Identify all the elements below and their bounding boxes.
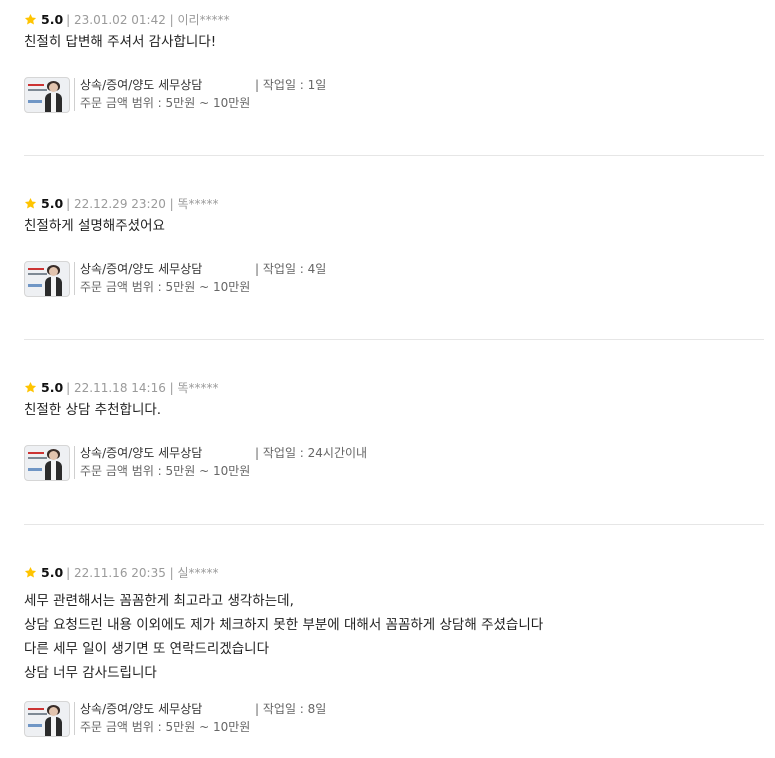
service-thumbnail[interactable] [24,445,70,481]
rating-score: 5.0 [41,379,64,395]
vertical-divider [74,78,75,111]
review-meta: 5.0 | 22.11.16 20:35 | 실***** [24,563,219,581]
service-thumbnail[interactable] [24,701,70,737]
price-range: 주문 금액 범위 : 5만원 ~ 10만원 [80,464,251,478]
service-title[interactable]: 상속/증여/양도 세무상담 [80,77,202,93]
review-text-line: 상담 요청드린 내용 이외에도 제가 체크하지 못한 부분에 대해서 꼼꼼하게 … [24,617,544,633]
service-thumbnail[interactable] [24,261,70,297]
star-icon [24,566,37,579]
review-text-line: 세무 관련해서는 꼼꼼한게 최고라고 생각하는데, [24,593,294,609]
rating-score: 5.0 [41,564,64,580]
service-thumbnail[interactable] [24,77,70,113]
price-range: 주문 금액 범위 : 5만원 ~ 10만원 [80,96,251,110]
service-info[interactable]: 상속/증여/양도 세무상담 주문 금액 범위 : 5만원 ~ 10만원 | 작업… [24,77,724,113]
review-divider [24,339,764,340]
review-body: 친절하게 설명해주셨어요 [24,214,764,238]
star-icon [24,381,37,394]
review-meta: 5.0 | 22.11.18 14:16 | 똑***** [24,378,219,396]
service-title[interactable]: 상속/증여/양도 세무상담 [80,445,202,461]
review-date-user: | 22.11.18 14:16 | 똑***** [66,380,219,395]
review-text-line: 친절한 상담 추천합니다. [24,402,162,418]
rating-score: 5.0 [41,195,64,211]
work-period: | 작업일 : 4일 [255,262,327,276]
review-body: 세무 관련해서는 꼼꼼한게 최고라고 생각하는데, 상담 요청드린 내용 이외에… [24,589,764,685]
star-icon [24,13,37,26]
review-body: 친절한 상담 추천합니다. [24,398,764,422]
review-date-user: | 23.01.02 01:42 | 이리***** [66,12,230,27]
service-info[interactable]: 상속/증여/양도 세무상담 주문 금액 범위 : 5만원 ~ 10만원 | 작업… [24,261,724,297]
price-range: 주문 금액 범위 : 5만원 ~ 10만원 [80,280,251,294]
work-period: | 작업일 : 1일 [255,78,327,92]
service-info[interactable]: 상속/증여/양도 세무상담 주문 금액 범위 : 5만원 ~ 10만원 | 작업… [24,445,724,481]
review-text-line: 다른 세무 일이 생기면 또 연락드리겠습니다 [24,641,270,657]
rating-score: 5.0 [41,11,64,27]
review-date-user: | 22.11.16 20:35 | 실***** [66,565,219,580]
review-date-user: | 22.12.29 23:20 | 똑***** [66,196,219,211]
service-title[interactable]: 상속/증여/양도 세무상담 [80,701,202,717]
service-info[interactable]: 상속/증여/양도 세무상담 주문 금액 범위 : 5만원 ~ 10만원 | 작업… [24,701,724,737]
review-meta: 5.0 | 22.12.29 23:20 | 똑***** [24,194,219,212]
price-range: 주문 금액 범위 : 5만원 ~ 10만원 [80,720,251,734]
review-text-line: 상담 너무 감사드립니다 [24,665,157,681]
work-period: | 작업일 : 8일 [255,702,327,716]
review-divider [24,524,764,525]
star-icon [24,197,37,210]
vertical-divider [74,262,75,295]
review-divider [24,155,764,156]
review-body: 친절히 답변해 주셔서 감사합니다! [24,30,764,54]
review-text-line: 친절하게 설명해주셨어요 [24,218,165,234]
work-period: | 작업일 : 24시간이내 [255,446,368,460]
vertical-divider [74,702,75,735]
review-text-line: 친절히 답변해 주셔서 감사합니다! [24,34,217,50]
vertical-divider [74,446,75,479]
service-title[interactable]: 상속/증여/양도 세무상담 [80,261,202,277]
review-meta: 5.0 | 23.01.02 01:42 | 이리***** [24,10,230,28]
